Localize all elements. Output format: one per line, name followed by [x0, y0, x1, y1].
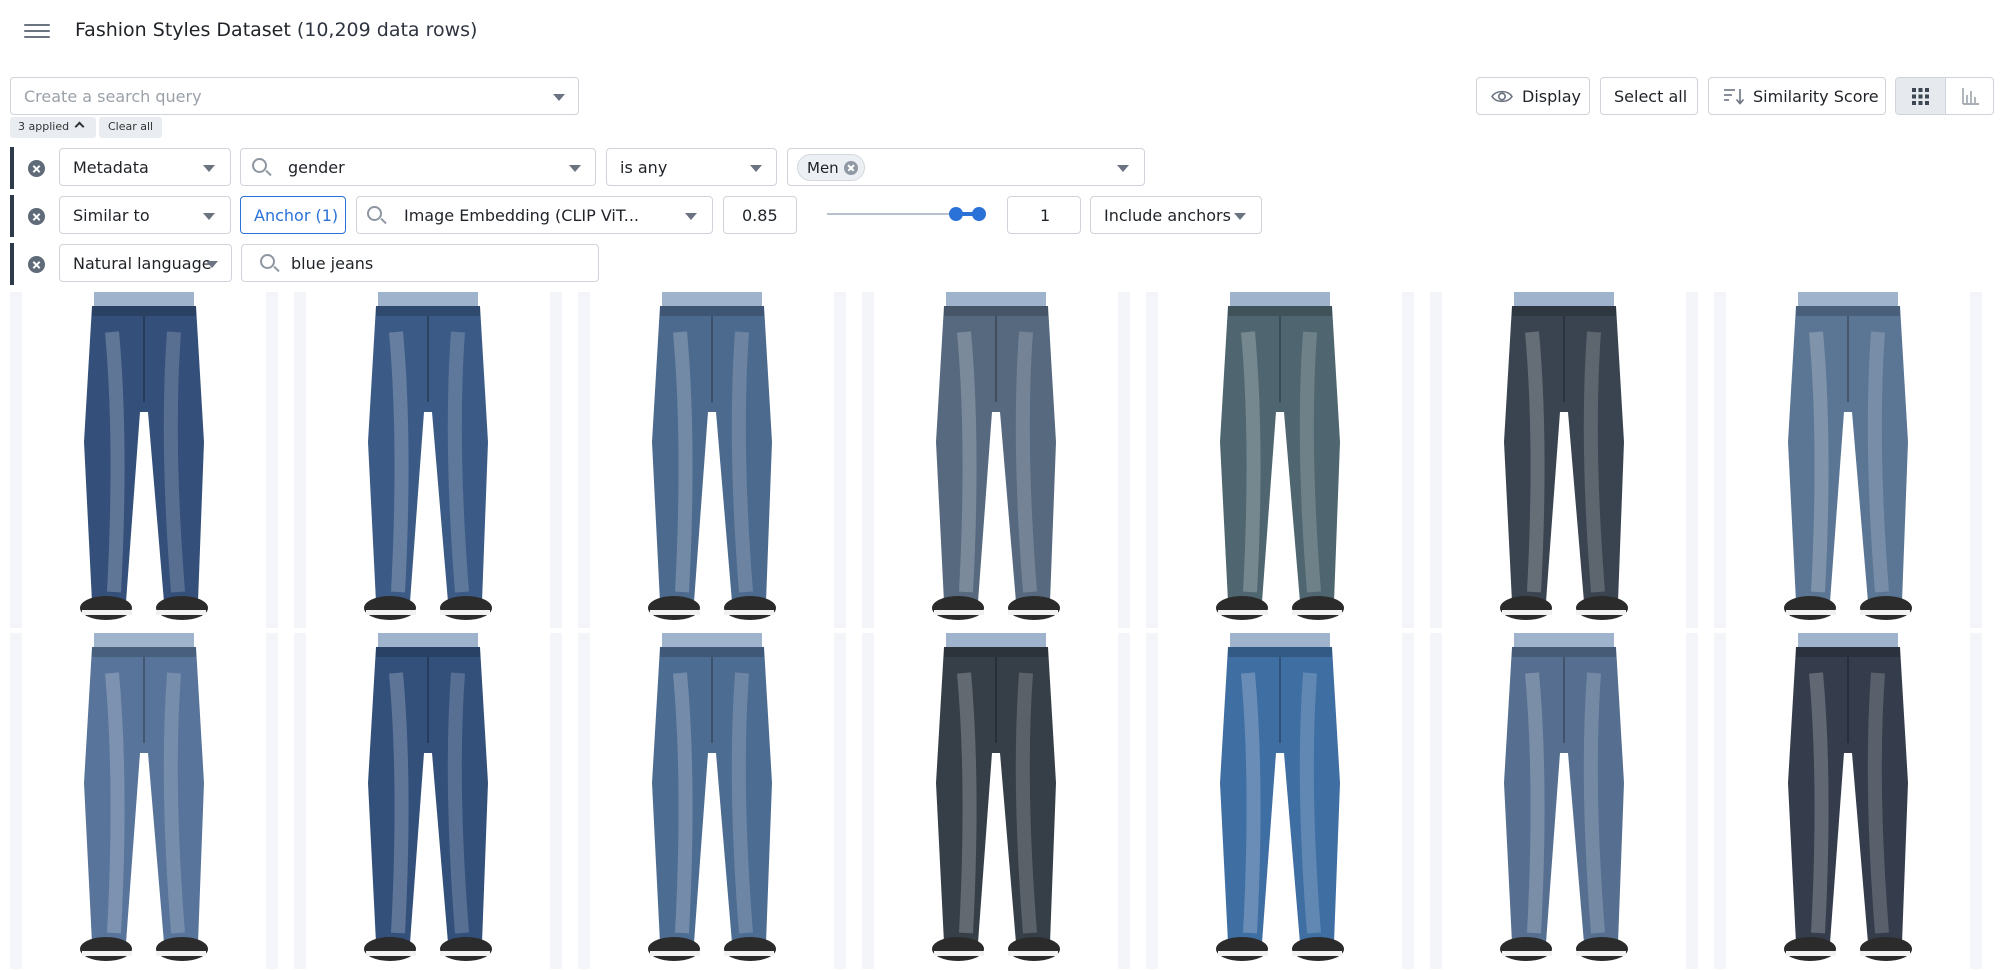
- grid-view-button[interactable]: [1896, 78, 1945, 114]
- result-tile[interactable]: [294, 633, 562, 969]
- view-mode-toggle[interactable]: [1895, 77, 1994, 115]
- display-label: Display: [1522, 87, 1581, 106]
- result-tile[interactable]: [578, 633, 846, 969]
- jeans-image: [364, 292, 492, 620]
- jeans-image: [80, 292, 208, 620]
- chevron-down-icon: [750, 165, 762, 172]
- chevron-up-icon: [74, 121, 85, 132]
- search-placeholder: Create a search query: [24, 87, 202, 106]
- slider-min-handle[interactable]: [949, 207, 963, 221]
- value-chip-men[interactable]: Men: [797, 154, 865, 181]
- filter-type-value: Metadata: [73, 158, 149, 177]
- max-value-input[interactable]: 1: [1007, 196, 1081, 234]
- bar-chart-icon: [1962, 88, 1979, 105]
- search-icon: [260, 254, 275, 269]
- chevron-down-icon[interactable]: [553, 94, 565, 101]
- search-query-input[interactable]: Create a search query: [10, 77, 579, 115]
- result-tile[interactable]: [1430, 292, 1698, 628]
- chevron-down-icon: [206, 261, 218, 268]
- filter-type-value: Natural language: [73, 254, 212, 273]
- jeans-image: [1500, 292, 1628, 620]
- remove-filter-icon[interactable]: [28, 160, 45, 177]
- remove-chip-icon[interactable]: [844, 161, 858, 175]
- result-tile[interactable]: [294, 292, 562, 628]
- result-tile[interactable]: [1430, 633, 1698, 969]
- filter-row-indicator: [10, 243, 14, 285]
- jeans-image: [1500, 633, 1628, 961]
- sort-button[interactable]: Similarity Score: [1708, 77, 1886, 115]
- eye-icon: [1491, 90, 1513, 103]
- filter-row-indicator: [10, 195, 14, 237]
- applied-filters-toggle[interactable]: 3 applied: [10, 117, 96, 138]
- remove-filter-icon[interactable]: [28, 208, 45, 225]
- threshold-value: 0.85: [742, 206, 778, 225]
- jeans-image: [648, 633, 776, 961]
- jeans-image: [1784, 292, 1912, 620]
- value-chip-label: Men: [807, 159, 839, 177]
- operator-select[interactable]: is any: [606, 148, 777, 186]
- select-all-button[interactable]: Select all: [1600, 77, 1698, 115]
- max-value: 1: [1040, 206, 1051, 225]
- embedding-value: Image Embedding (CLIP ViT...: [404, 206, 639, 225]
- jeans-image: [80, 633, 208, 961]
- results-grid: [10, 292, 1992, 970]
- page-title: Fashion Styles Dataset (10,209 data rows): [75, 19, 477, 41]
- query-value: blue jeans: [291, 254, 374, 273]
- result-tile[interactable]: [1146, 633, 1414, 969]
- filter-type-select[interactable]: Similar to: [59, 196, 231, 234]
- row-count: (10,209 data rows): [296, 19, 478, 41]
- jeans-image: [932, 292, 1060, 620]
- jeans-image: [932, 633, 1060, 961]
- chevron-down-icon: [1117, 165, 1129, 172]
- filter-type-select[interactable]: Natural language: [59, 244, 232, 282]
- chevron-down-icon: [685, 213, 697, 220]
- chevron-down-icon: [569, 165, 581, 172]
- operator-value: is any: [620, 158, 668, 177]
- result-tile[interactable]: [578, 292, 846, 628]
- select-all-label: Select all: [1614, 87, 1688, 106]
- jeans-image: [1216, 292, 1344, 620]
- field-value: gender: [288, 158, 345, 177]
- remove-filter-icon[interactable]: [28, 256, 45, 273]
- dataset-name: Fashion Styles Dataset: [75, 19, 291, 41]
- result-tile[interactable]: [862, 292, 1130, 628]
- chart-view-button[interactable]: [1945, 78, 1993, 114]
- slider-max-handle[interactable]: [972, 207, 986, 221]
- field-select[interactable]: gender: [240, 148, 596, 186]
- filter-row-indicator: [10, 147, 14, 189]
- search-icon: [367, 206, 382, 221]
- natural-language-query-input[interactable]: blue jeans: [241, 244, 599, 282]
- sort-descending-icon: [1724, 89, 1745, 105]
- anchor-option-select[interactable]: Include anchors: [1090, 196, 1262, 234]
- threshold-input[interactable]: 0.85: [723, 196, 797, 234]
- jeans-image: [1216, 633, 1344, 961]
- chevron-down-icon: [1234, 213, 1246, 220]
- anchor-option-value: Include anchors: [1104, 206, 1231, 225]
- chevron-down-icon: [203, 213, 215, 220]
- embedding-select[interactable]: Image Embedding (CLIP ViT...: [356, 196, 713, 234]
- result-tile[interactable]: [1714, 292, 1982, 628]
- applied-count: 3 applied: [18, 120, 70, 133]
- grid-icon: [1912, 88, 1929, 105]
- anchor-button[interactable]: Anchor (1): [240, 196, 346, 234]
- result-tile[interactable]: [862, 633, 1130, 969]
- filter-type-value: Similar to: [73, 206, 150, 225]
- jeans-image: [1784, 633, 1912, 961]
- chevron-down-icon: [203, 165, 215, 172]
- jeans-image: [364, 633, 492, 961]
- result-tile[interactable]: [10, 633, 278, 969]
- search-icon: [252, 158, 267, 173]
- display-button[interactable]: Display: [1476, 77, 1590, 115]
- menu-icon[interactable]: [24, 20, 50, 42]
- result-tile[interactable]: [1146, 292, 1414, 628]
- sort-label: Similarity Score: [1753, 87, 1879, 106]
- clear-all-button[interactable]: Clear all: [99, 117, 162, 138]
- result-tile[interactable]: [10, 292, 278, 628]
- filter-type-select[interactable]: Metadata: [59, 148, 231, 186]
- result-tile[interactable]: [1714, 633, 1982, 969]
- anchor-label: Anchor (1): [254, 206, 339, 225]
- jeans-image: [648, 292, 776, 620]
